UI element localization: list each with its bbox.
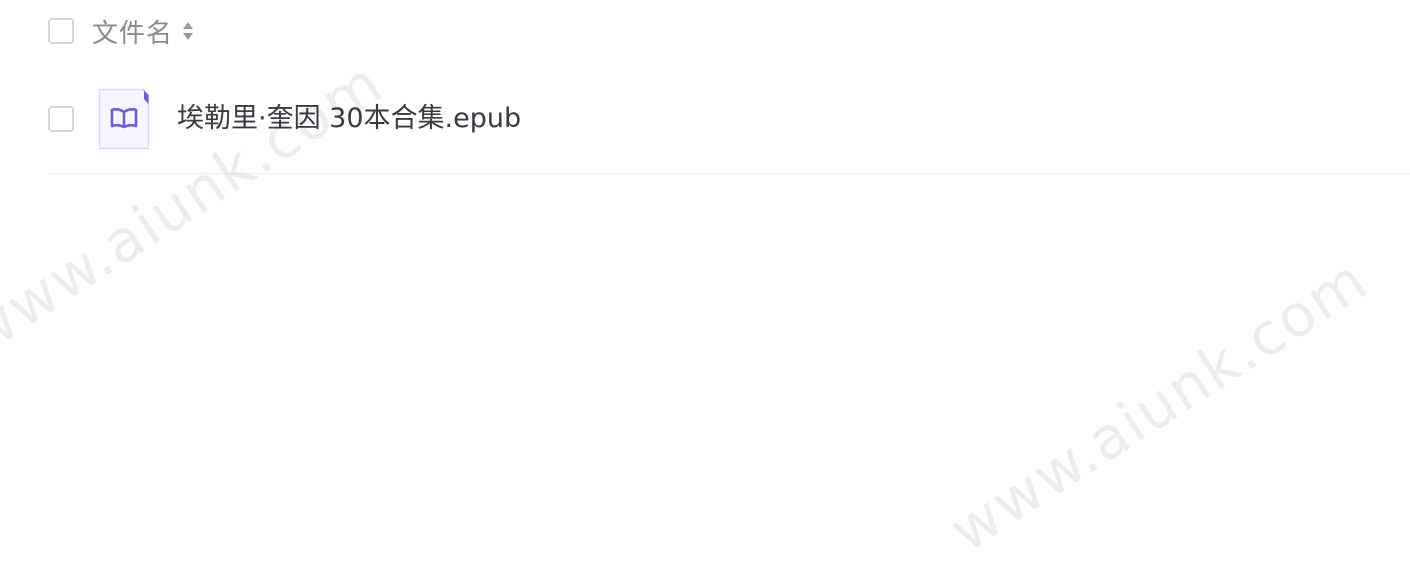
- file-list-page: 文件名 埃勒里·奎因 30本合集.epub www.aiunk.com www.…: [0, 0, 1410, 588]
- file-name[interactable]: 埃勒里·奎因 30本合集.epub: [177, 100, 521, 138]
- table-row[interactable]: 埃勒里·奎因 30本合集.epub: [48, 88, 1410, 174]
- row-checkbox[interactable]: [48, 106, 74, 132]
- book-open-icon: [98, 88, 150, 150]
- list-header: 文件名: [48, 12, 195, 50]
- sort-updown-icon[interactable]: [181, 18, 195, 44]
- watermark: www.aiunk.com: [937, 245, 1380, 565]
- filename-column-header[interactable]: 文件名: [92, 13, 173, 50]
- select-all-checkbox[interactable]: [48, 18, 74, 44]
